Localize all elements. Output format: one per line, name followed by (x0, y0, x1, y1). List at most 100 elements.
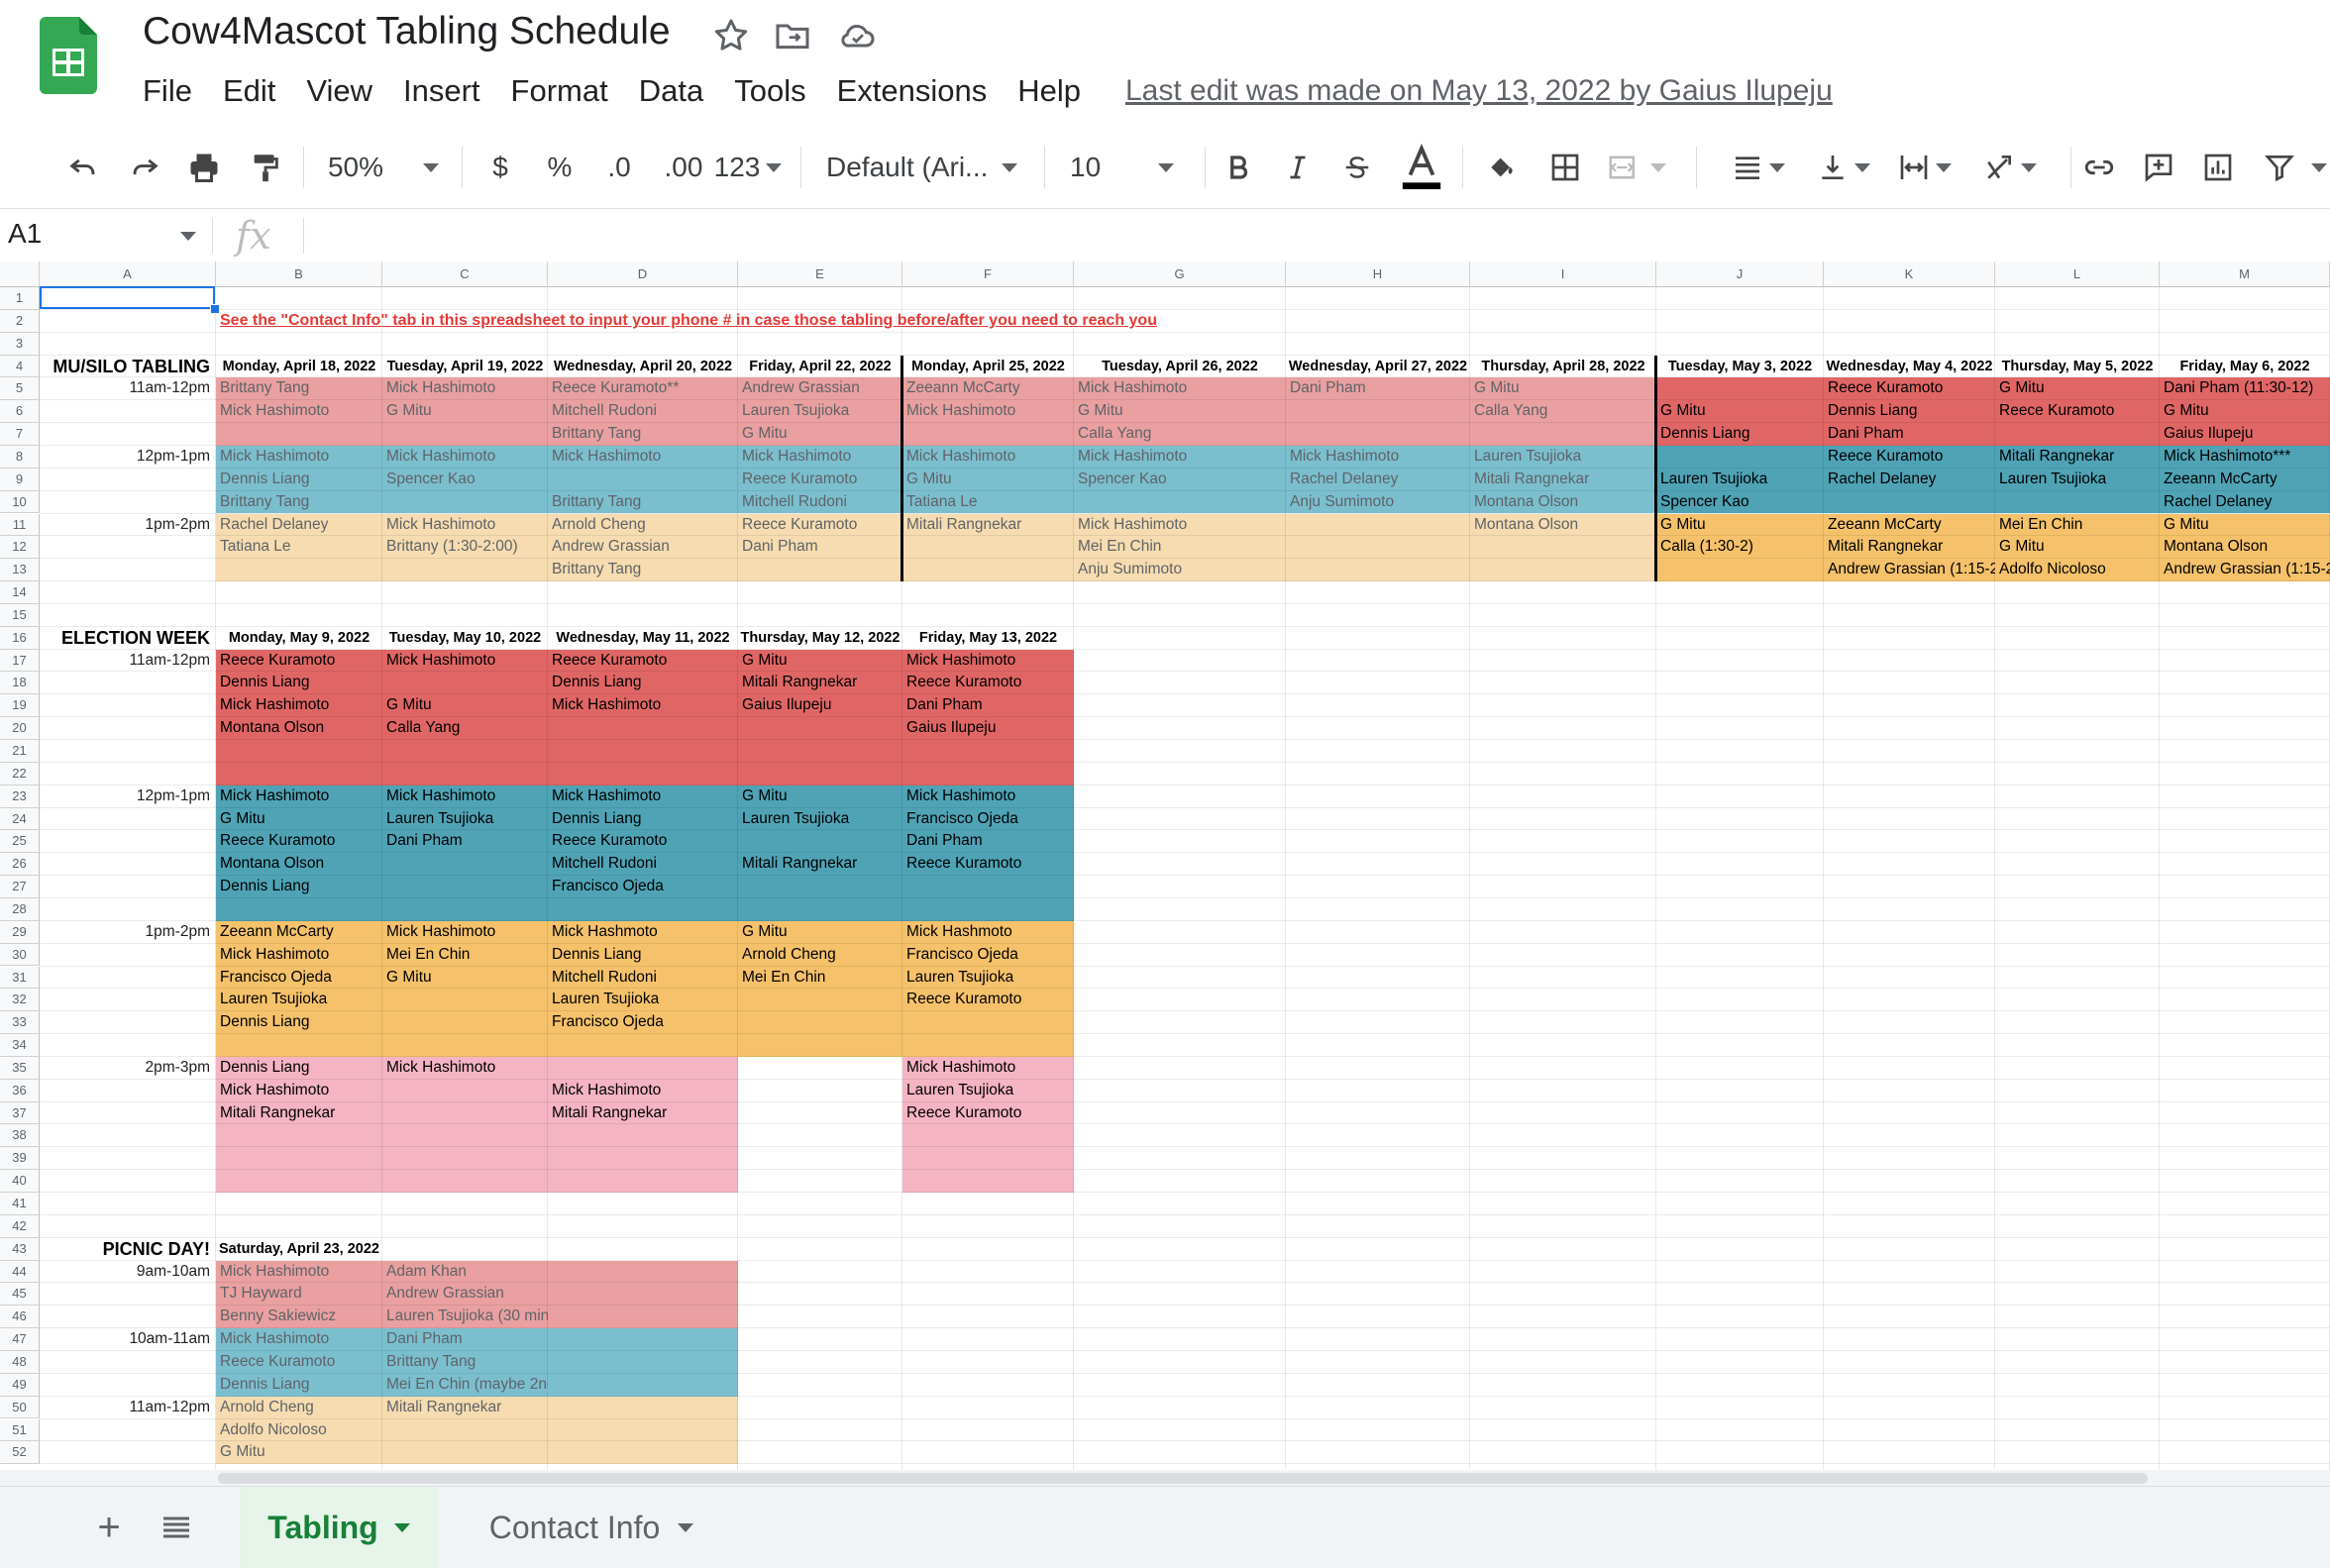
schedule-cell[interactable]: Zeeann McCarty (216, 921, 382, 944)
schedule-cell[interactable]: Dani Pham (1824, 423, 1995, 446)
date-header[interactable]: Monday, May 9, 2022 (216, 627, 382, 650)
paint-format-button[interactable] (242, 127, 289, 208)
schedule-cell[interactable]: Andrew Grassian (1:15-2) (1824, 559, 1995, 581)
vertical-align-button[interactable] (1811, 127, 1876, 208)
menu-data[interactable]: Data (639, 73, 703, 109)
strikethrough-button[interactable] (1335, 127, 1379, 208)
schedule-cell[interactable]: Andrew Grassian (1:15-2) (2160, 559, 2330, 581)
section-title[interactable]: PICNIC DAY! (40, 1238, 216, 1261)
row-header[interactable]: 30 (0, 943, 40, 967)
schedule-cell[interactable]: G Mitu (738, 423, 902, 446)
row-header[interactable]: 20 (0, 717, 40, 740)
row-header[interactable]: 35 (0, 1056, 40, 1080)
schedule-cell[interactable]: G Mitu (1656, 514, 1824, 537)
schedule-cell[interactable]: Lauren Tsujioka (902, 1080, 1074, 1102)
date-header[interactable]: Tuesday, April 26, 2022 (1074, 356, 1286, 378)
horizontal-align-button[interactable] (1724, 127, 1793, 208)
column-header-a[interactable]: A (40, 261, 216, 287)
row-header[interactable]: 42 (0, 1214, 40, 1238)
schedule-cell[interactable]: G Mitu (1995, 377, 2160, 400)
schedule-cell[interactable]: G Mitu (738, 650, 902, 673)
schedule-cell[interactable]: Andrew Grassian (548, 536, 738, 559)
time-slot-label[interactable]: 12pm-1pm (40, 446, 216, 469)
schedule-cell[interactable]: Dennis Liang (216, 1374, 382, 1397)
row-header[interactable]: 43 (0, 1237, 40, 1261)
row-header[interactable]: 32 (0, 989, 40, 1012)
date-header[interactable]: Monday, April 18, 2022 (216, 356, 382, 378)
row-header[interactable]: 26 (0, 853, 40, 877)
schedule-cell[interactable]: Mick Hashimoto (738, 446, 902, 469)
column-header-i[interactable]: I (1470, 261, 1656, 287)
schedule-cell[interactable]: Tatiana Le (216, 536, 382, 559)
schedule-cell[interactable]: Lauren Tsujioka (902, 967, 1074, 990)
schedule-cell[interactable]: Montana Olson (1470, 514, 1656, 537)
schedule-cell[interactable]: Montana Olson (216, 717, 382, 740)
schedule-cell[interactable]: Brittany Tang (216, 377, 382, 400)
schedule-cell[interactable]: Zeeann McCarty (902, 377, 1074, 400)
all-sheets-button[interactable] (157, 1487, 196, 1568)
font-family-select[interactable]: Default (Ari... (826, 127, 1028, 208)
row-header[interactable]: 19 (0, 694, 40, 718)
formula-input[interactable] (311, 216, 2312, 256)
last-edit-link[interactable]: Last edit was made on May 13, 2022 by Ga… (1125, 74, 1833, 108)
schedule-cell[interactable]: Mitali Rangnekar (1995, 446, 2160, 469)
schedule-cell[interactable]: Mick Hashimoto*** (2160, 446, 2330, 469)
row-header[interactable]: 27 (0, 876, 40, 898)
schedule-cell[interactable]: G Mitu (1470, 377, 1656, 400)
date-header[interactable]: Tuesday, May 10, 2022 (382, 627, 548, 650)
redo-button[interactable] (121, 127, 168, 208)
row-header[interactable]: 16 (0, 626, 40, 650)
schedule-cell[interactable]: Arnold Cheng (738, 944, 902, 967)
menu-file[interactable]: File (143, 73, 192, 109)
row-header[interactable]: 38 (0, 1124, 40, 1148)
schedule-cell[interactable]: Mei En Chin (738, 967, 902, 990)
schedule-cell[interactable]: Calla Yang (1074, 423, 1286, 446)
schedule-cell[interactable]: Mick Hashimoto (382, 785, 548, 808)
name-box[interactable]: A1 (8, 218, 196, 254)
schedule-cell[interactable]: Mitali Rangnekar (738, 672, 902, 694)
schedule-cell[interactable]: Mick Hashimoto (902, 1057, 1074, 1080)
date-header[interactable]: Friday, April 22, 2022 (738, 356, 902, 378)
schedule-cell[interactable]: Mick Hashimoto (382, 1057, 548, 1080)
move-folder-icon[interactable] (773, 16, 812, 55)
schedule-cell[interactable]: Dani Pham (738, 536, 902, 559)
schedule-cell[interactable]: Reece Kuramoto (548, 830, 738, 853)
row-header[interactable]: 25 (0, 830, 40, 854)
row-header[interactable]: 50 (0, 1396, 40, 1419)
column-header-m[interactable]: M (2160, 261, 2330, 287)
schedule-cell[interactable]: Spencer Kao (382, 469, 548, 491)
schedule-cell[interactable]: Mick Hashimoto (902, 785, 1074, 808)
schedule-cell[interactable]: Dani Pham (382, 830, 548, 853)
time-slot-label[interactable]: 9am-10am (40, 1261, 216, 1284)
row-header[interactable]: 2 (0, 309, 40, 333)
schedule-cell[interactable]: Dennis Liang (216, 1011, 382, 1034)
date-header[interactable]: Friday, May 6, 2022 (2160, 356, 2330, 378)
insert-comment-button[interactable] (2136, 127, 2181, 208)
time-slot-label[interactable]: 1pm-2pm (40, 514, 216, 537)
row-header[interactable]: 36 (0, 1079, 40, 1102)
schedule-cell[interactable]: Mitali Rangnekar (548, 1102, 738, 1125)
menu-extensions[interactable]: Extensions (837, 73, 988, 109)
schedule-cell[interactable]: Mick Hashimoto (216, 785, 382, 808)
row-header[interactable]: 12 (0, 536, 40, 560)
schedule-cell[interactable]: Lauren Tsujioka (1995, 469, 2160, 491)
schedule-cell[interactable]: Spencer Kao (1074, 469, 1286, 491)
schedule-cell[interactable]: Reece Kuramoto (902, 1102, 1074, 1125)
time-slot-label[interactable]: 11am-12pm (40, 650, 216, 673)
borders-button[interactable] (1543, 127, 1587, 208)
schedule-cell[interactable]: Reece Kuramoto (738, 514, 902, 537)
schedule-cell[interactable]: Calla (1:30-2) (1656, 536, 1824, 559)
schedule-cell[interactable]: Lauren Tsujioka (1656, 469, 1824, 491)
schedule-cell[interactable]: Francisco Ojeda (902, 808, 1074, 831)
schedule-cell[interactable]: Brittany Tang (548, 423, 738, 446)
text-wrapping-button[interactable] (1890, 127, 1959, 208)
menu-tools[interactable]: Tools (734, 73, 805, 109)
column-header-d[interactable]: D (548, 261, 738, 287)
schedule-cell[interactable]: Mick Hashimoto (548, 446, 738, 469)
schedule-cell[interactable]: Gaius Ilupeju (902, 717, 1074, 740)
date-header[interactable]: Thursday, April 28, 2022 (1470, 356, 1656, 378)
date-header[interactable]: Wednesday, May 4, 2022 (1824, 356, 1995, 378)
schedule-cell[interactable]: Montana Olson (1470, 491, 1656, 514)
schedule-cell[interactable]: Mick Hashimoto (216, 400, 382, 423)
schedule-cell[interactable]: Arnold Cheng (548, 514, 738, 537)
